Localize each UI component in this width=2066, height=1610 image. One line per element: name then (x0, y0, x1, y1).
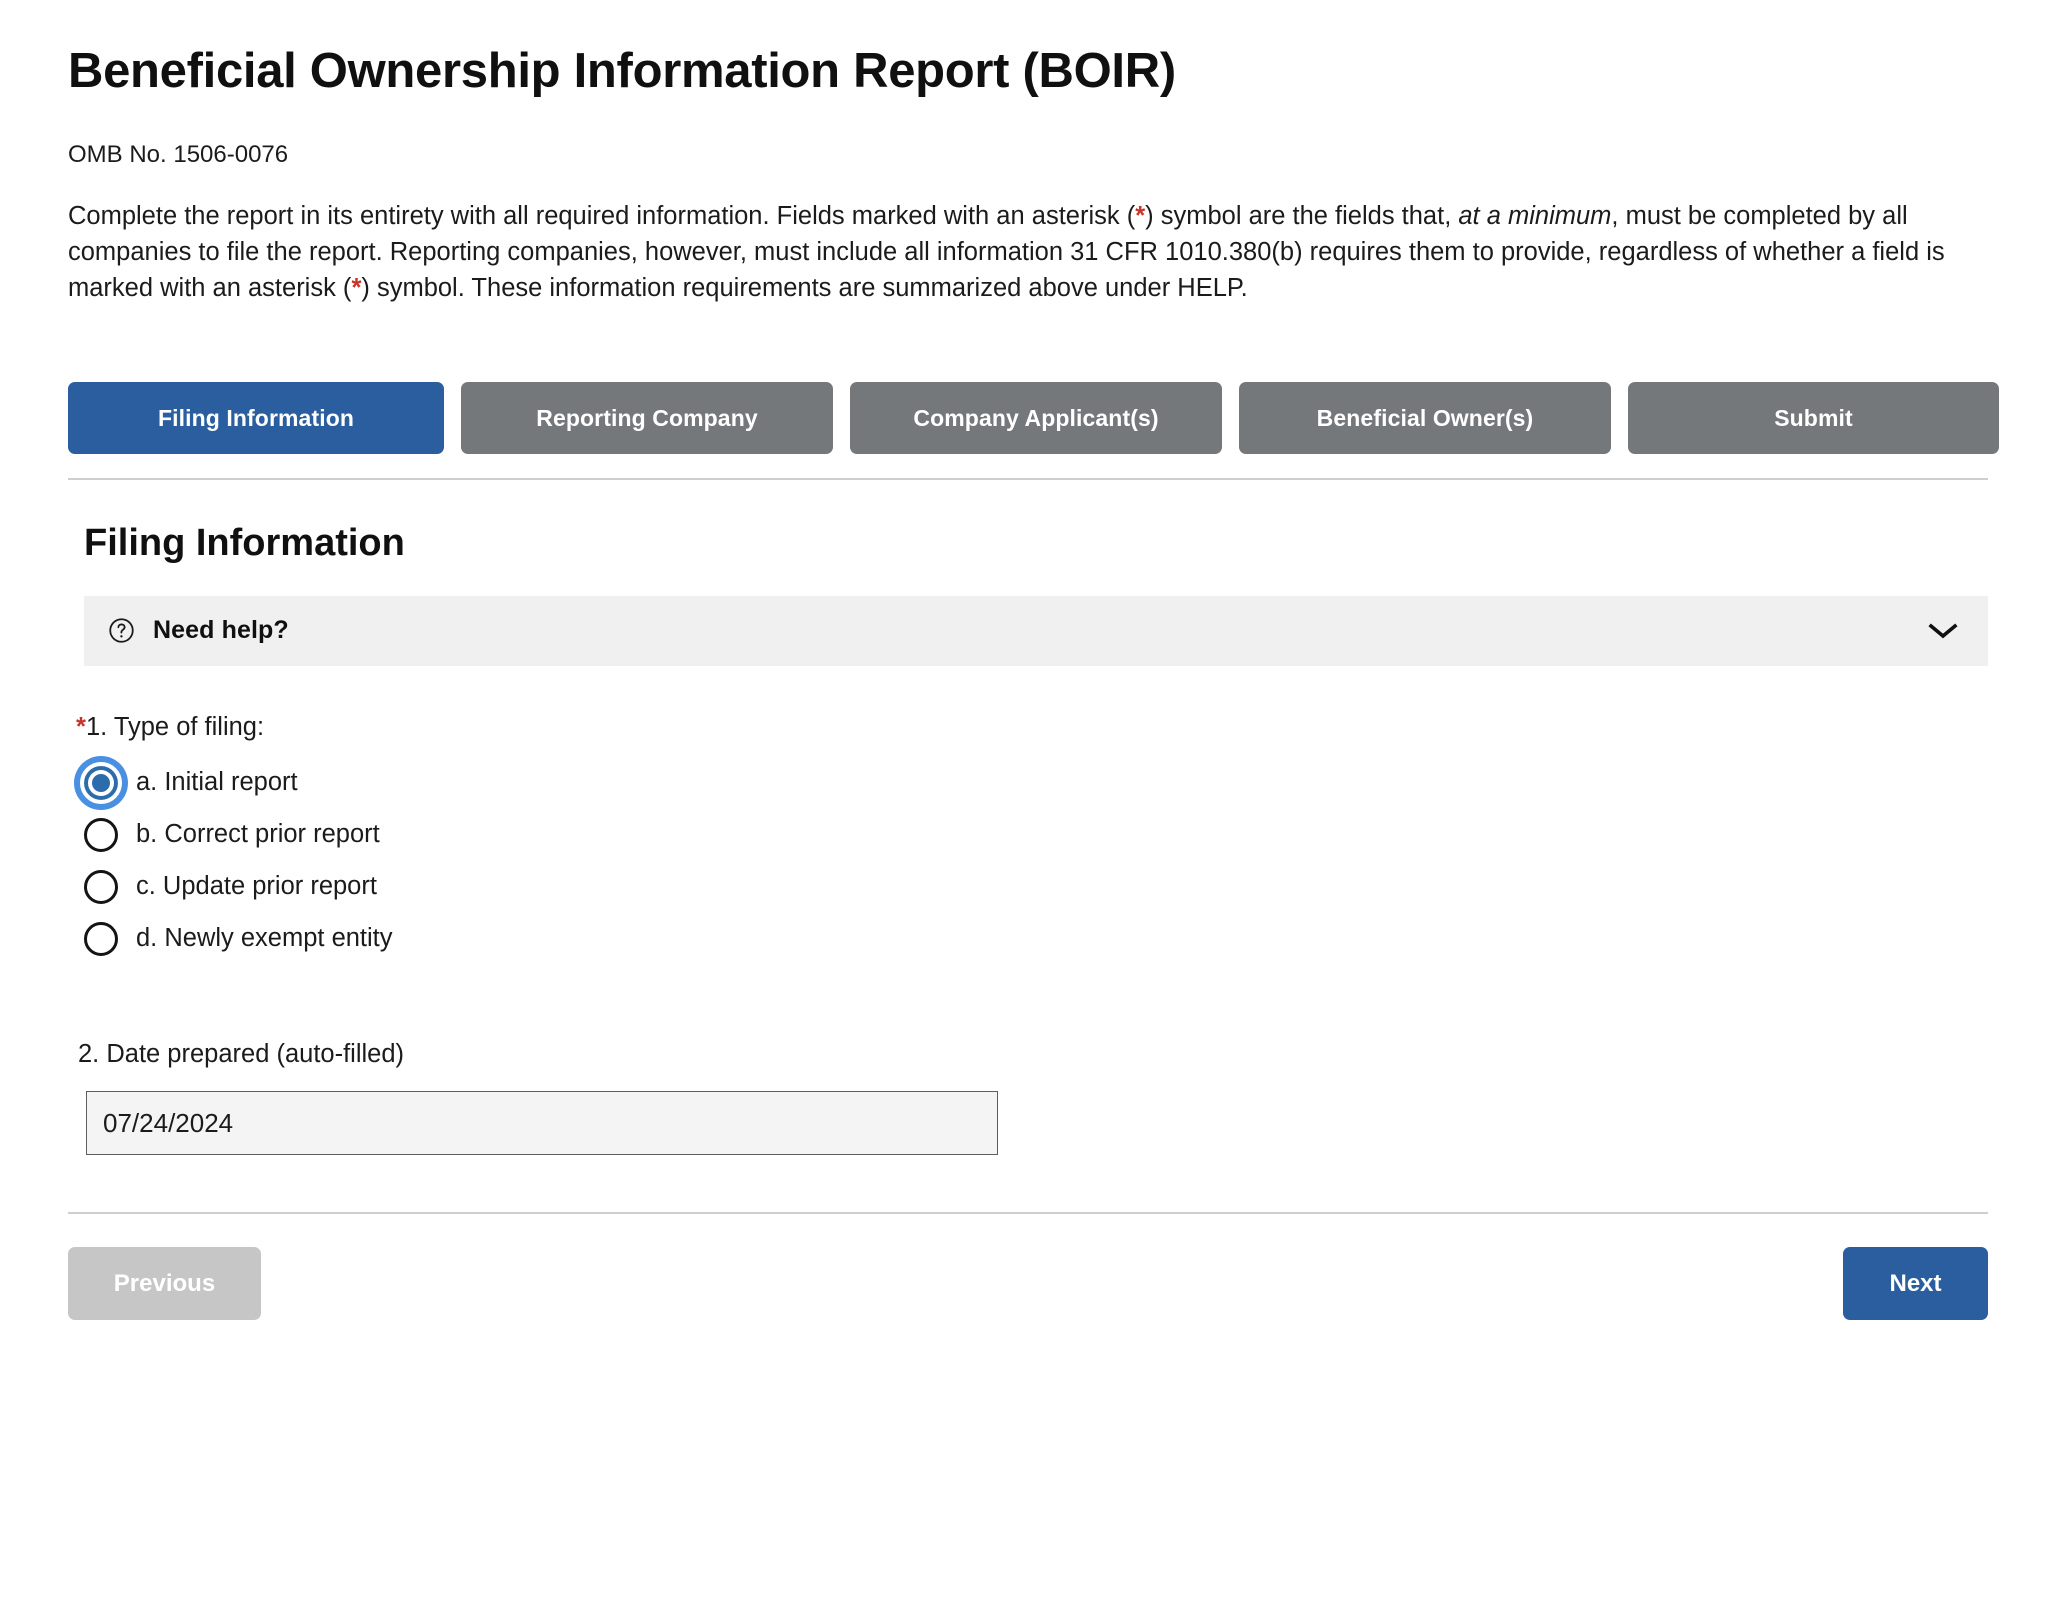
radio-option-correct-prior-report[interactable]: b. Correct prior report (72, 809, 1998, 861)
page-title: Beneficial Ownership Information Report … (68, 44, 1176, 98)
required-asterisk-inline-1: * (1135, 201, 1146, 230)
boir-form-page: Beneficial Ownership Information Report … (0, 0, 2066, 1610)
previous-button[interactable]: Previous (68, 1247, 261, 1321)
radio-newly-exempt-entity-indicator (84, 921, 118, 956)
next-button[interactable]: Next (1843, 1247, 1988, 1321)
intro-emphasis: at a minimum (1458, 201, 1612, 230)
section-heading: Filing Information (84, 522, 405, 565)
radio-correct-prior-report-label: b. Correct prior report (136, 820, 380, 849)
tab-submit[interactable]: Submit (1628, 382, 1999, 455)
radio-option-newly-exempt-entity[interactable]: d. Newly exempt entity (72, 913, 1998, 965)
form-step-tabs: Filing Information Reporting Company Com… (68, 382, 1999, 455)
intro-text-part-4: ) symbol. These information requirements… (361, 274, 1248, 303)
chevron-down-icon[interactable] (1928, 622, 1958, 640)
radio-newly-exempt-entity-control[interactable] (74, 912, 128, 966)
tab-company-applicants[interactable]: Company Applicant(s) (850, 382, 1222, 455)
radio-option-initial-report[interactable]: a. Initial report (72, 755, 1998, 810)
radio-option-update-prior-report[interactable]: c. Update prior report (72, 861, 1998, 913)
intro-text-part-1: Complete the report in its entirety with… (68, 201, 1136, 230)
question-1-text: 1. Type of filing: (85, 712, 265, 741)
radio-correct-prior-report-control[interactable] (74, 808, 128, 862)
form-navigation-footer: Previous Next (68, 1247, 1988, 1321)
question-circle-icon (108, 617, 135, 644)
radio-initial-report-indicator (80, 761, 122, 804)
type-of-filing-radio-group: a. Initial report b. Correct prior repor… (68, 743, 1998, 965)
radio-update-prior-report-control[interactable] (74, 860, 128, 914)
required-asterisk: * (76, 712, 86, 741)
tabbar-divider (68, 478, 1988, 481)
radio-update-prior-report-indicator (84, 869, 118, 904)
need-help-label: Need help? (153, 616, 289, 645)
footer-divider (68, 1212, 1988, 1215)
radio-initial-report-control[interactable] (74, 755, 128, 810)
tab-filing-information[interactable]: Filing Information (68, 382, 444, 455)
radio-initial-report-label: a. Initial report (136, 768, 298, 797)
radio-correct-prior-report-indicator (84, 817, 118, 852)
intro-paragraph: Complete the report in its entirety with… (68, 170, 1998, 307)
date-prepared-input[interactable] (86, 1091, 998, 1156)
question-1-label: *1. Type of filing: (68, 666, 1998, 743)
question-2-label: 2. Date prepared (auto-filled) (78, 1039, 405, 1068)
required-asterisk-inline-2: * (351, 274, 362, 303)
need-help-accordion[interactable]: Need help? (84, 595, 1988, 666)
intro-text-part-2: ) symbol are the fields that, (1145, 201, 1459, 230)
tab-beneficial-owners[interactable]: Beneficial Owner(s) (1239, 382, 1611, 455)
omb-number: OMB No. 1506-0076 (68, 140, 289, 168)
tab-reporting-company[interactable]: Reporting Company (461, 382, 833, 455)
tabbar-wrapper: Filing Information Reporting Company Com… (68, 306, 1999, 481)
radio-newly-exempt-entity-label: d. Newly exempt entity (136, 924, 393, 953)
radio-update-prior-report-label: c. Update prior report (136, 872, 377, 901)
